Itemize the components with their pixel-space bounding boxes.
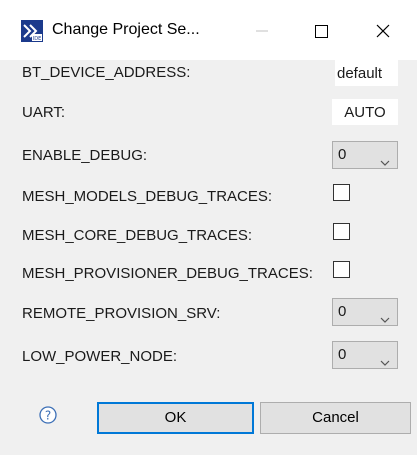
mesh-models-debug-traces-checkbox[interactable] — [333, 184, 350, 201]
ide-icon: IDE — [21, 20, 43, 42]
svg-text:IDE: IDE — [33, 36, 41, 42]
cancel-button[interactable]: Cancel — [260, 402, 411, 434]
low-power-node-value: 0 — [338, 346, 347, 363]
chevron-down-icon — [380, 310, 390, 327]
ok-button[interactable]: OK — [97, 402, 254, 434]
mesh-provisioner-debug-traces-label: MESH_PROVISIONER_DEBUG_TRACES: — [22, 265, 313, 282]
bt-device-address-field[interactable] — [335, 60, 398, 86]
remote-provision-srv-label: REMOTE_PROVISION_SRV: — [22, 305, 221, 322]
remote-provision-srv-value: 0 — [338, 303, 347, 320]
close-icon[interactable] — [361, 14, 405, 48]
mesh-models-debug-traces-label: MESH_MODELS_DEBUG_TRACES: — [22, 188, 273, 205]
chevron-down-icon — [380, 353, 390, 370]
mesh-core-debug-traces-label: MESH_CORE_DEBUG_TRACES: — [22, 227, 253, 244]
low-power-node-select[interactable]: 0 — [332, 341, 398, 369]
remote-provision-srv-select[interactable]: 0 — [332, 298, 398, 326]
low-power-node-label: LOW_POWER_NODE: — [22, 348, 178, 365]
question-circle-icon[interactable]: ? — [38, 405, 58, 425]
enable-debug-label: ENABLE_DEBUG: — [22, 147, 148, 164]
mesh-provisioner-debug-traces-checkbox[interactable] — [333, 261, 350, 278]
svg-text:?: ? — [45, 409, 51, 423]
maximize-icon[interactable] — [299, 14, 343, 48]
chevron-down-icon — [380, 153, 390, 170]
minimize-icon[interactable] — [240, 14, 284, 48]
uart-label: UART: — [22, 104, 66, 121]
enable-debug-select[interactable]: 0 — [332, 141, 398, 169]
title-bar: IDE Change Project Se... — [0, 0, 417, 60]
bt-device-address-label: BT_DEVICE_ADDRESS: — [22, 64, 191, 81]
window-title: Change Project Se... — [52, 21, 200, 38]
enable-debug-value: 0 — [338, 146, 347, 163]
mesh-core-debug-traces-checkbox[interactable] — [333, 223, 350, 240]
uart-field[interactable] — [332, 99, 398, 125]
